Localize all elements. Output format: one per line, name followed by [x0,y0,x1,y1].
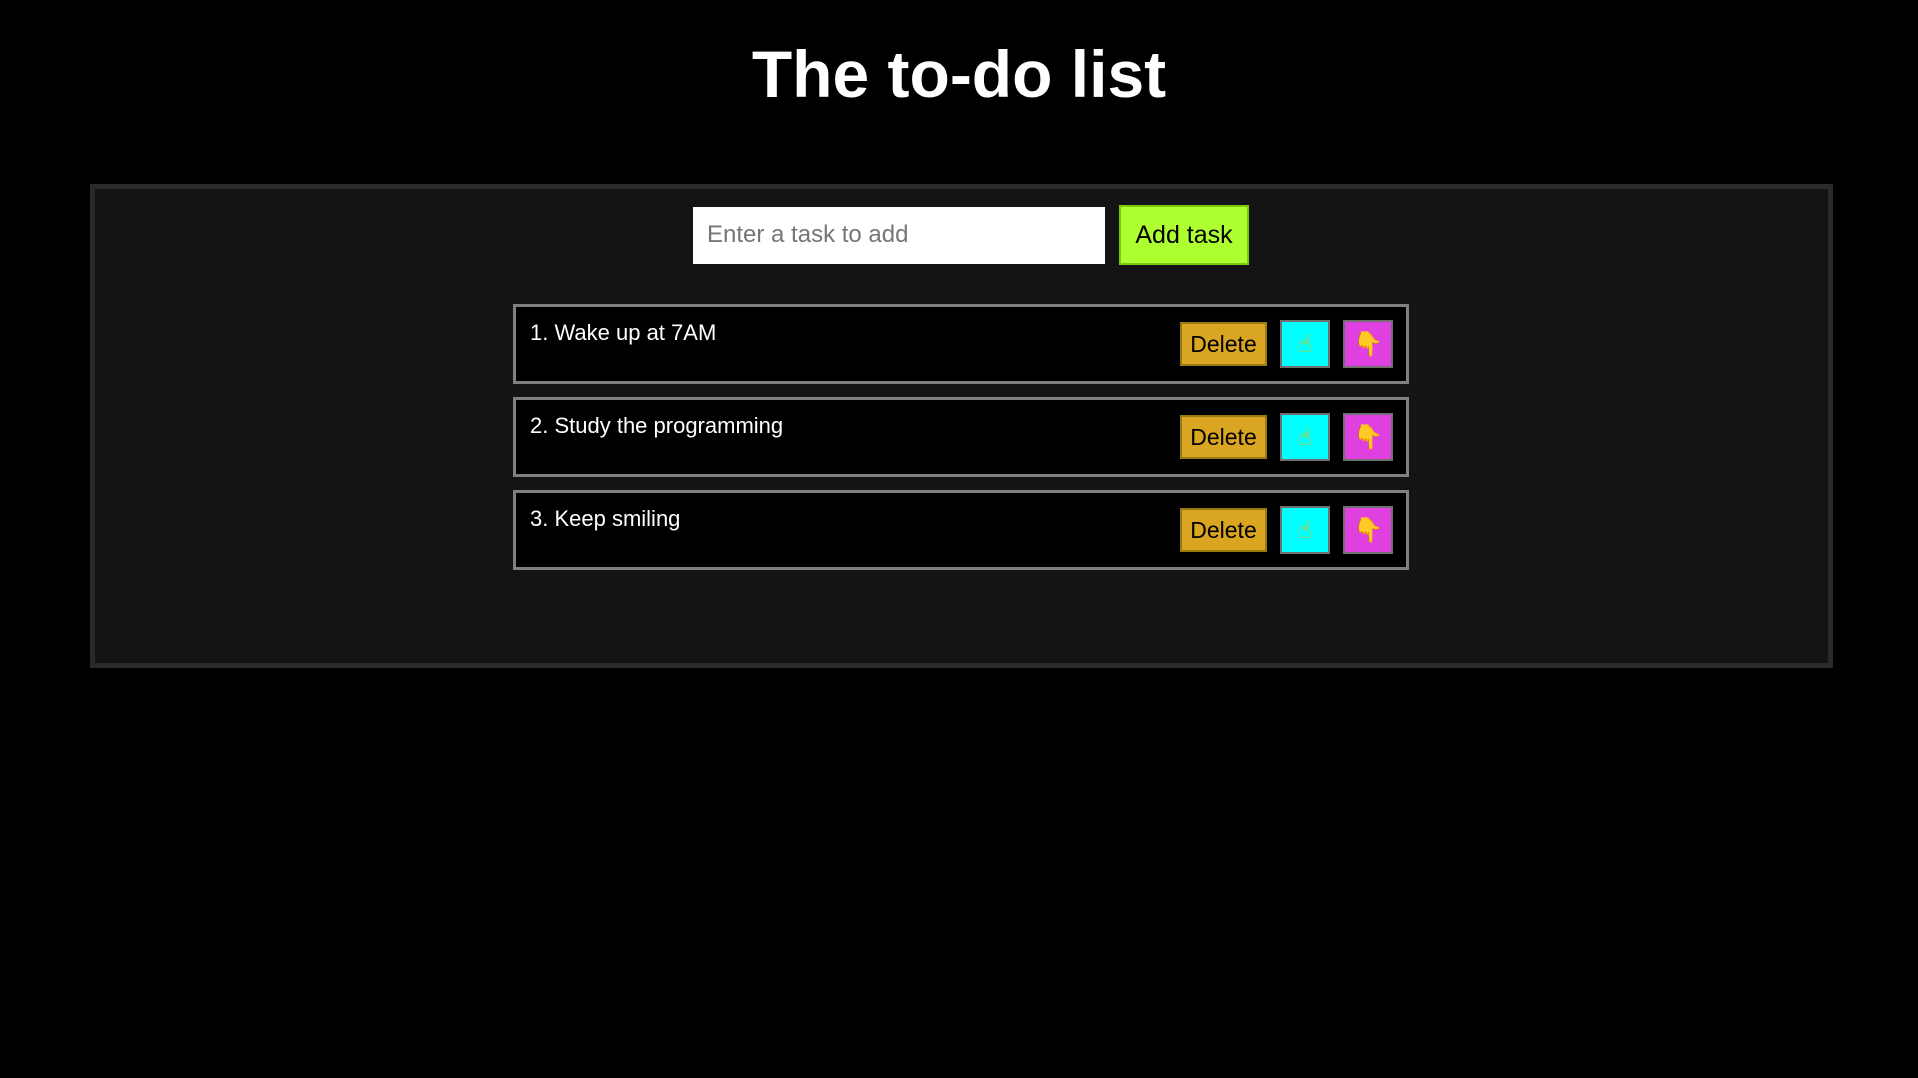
pointing-up-hand-icon[interactable]: ☝ [1280,506,1330,554]
pointing-down-hand-icon[interactable]: 👇 [1343,506,1393,554]
task-label: 2. Study the programming [530,413,784,438]
delete-button[interactable]: Delete [1180,322,1267,366]
task-list: 1. Wake up at 7AM Delete ☝ 👇 2. Study th… [513,304,1409,583]
pointing-up-hand-icon[interactable]: ☝ [1280,320,1330,368]
task-actions: Delete ☝ 👇 [1180,413,1393,461]
delete-button[interactable]: Delete [1180,508,1267,552]
delete-button[interactable]: Delete [1180,415,1267,459]
add-task-form: Add task [693,205,1249,265]
task-actions: Delete ☝ 👇 [1180,320,1393,368]
list-item: 3. Keep smiling Delete ☝ 👇 [513,490,1409,570]
pointing-up-hand-icon[interactable]: ☝ [1280,413,1330,461]
task-input[interactable] [693,206,1105,264]
pointing-down-hand-icon[interactable]: 👇 [1343,320,1393,368]
list-item: 1. Wake up at 7AM Delete ☝ 👇 [513,304,1409,384]
todo-panel: Add task 1. Wake up at 7AM Delete ☝ 👇 2.… [90,184,1833,668]
task-actions: Delete ☝ 👇 [1180,506,1393,554]
list-item: 2. Study the programming Delete ☝ 👇 [513,397,1409,477]
task-label: 3. Keep smiling [530,506,681,531]
task-label: 1. Wake up at 7AM [530,320,717,345]
pointing-down-hand-icon[interactable]: 👇 [1343,413,1393,461]
page-title: The to-do list [751,37,1167,111]
add-task-button[interactable]: Add task [1119,205,1249,265]
